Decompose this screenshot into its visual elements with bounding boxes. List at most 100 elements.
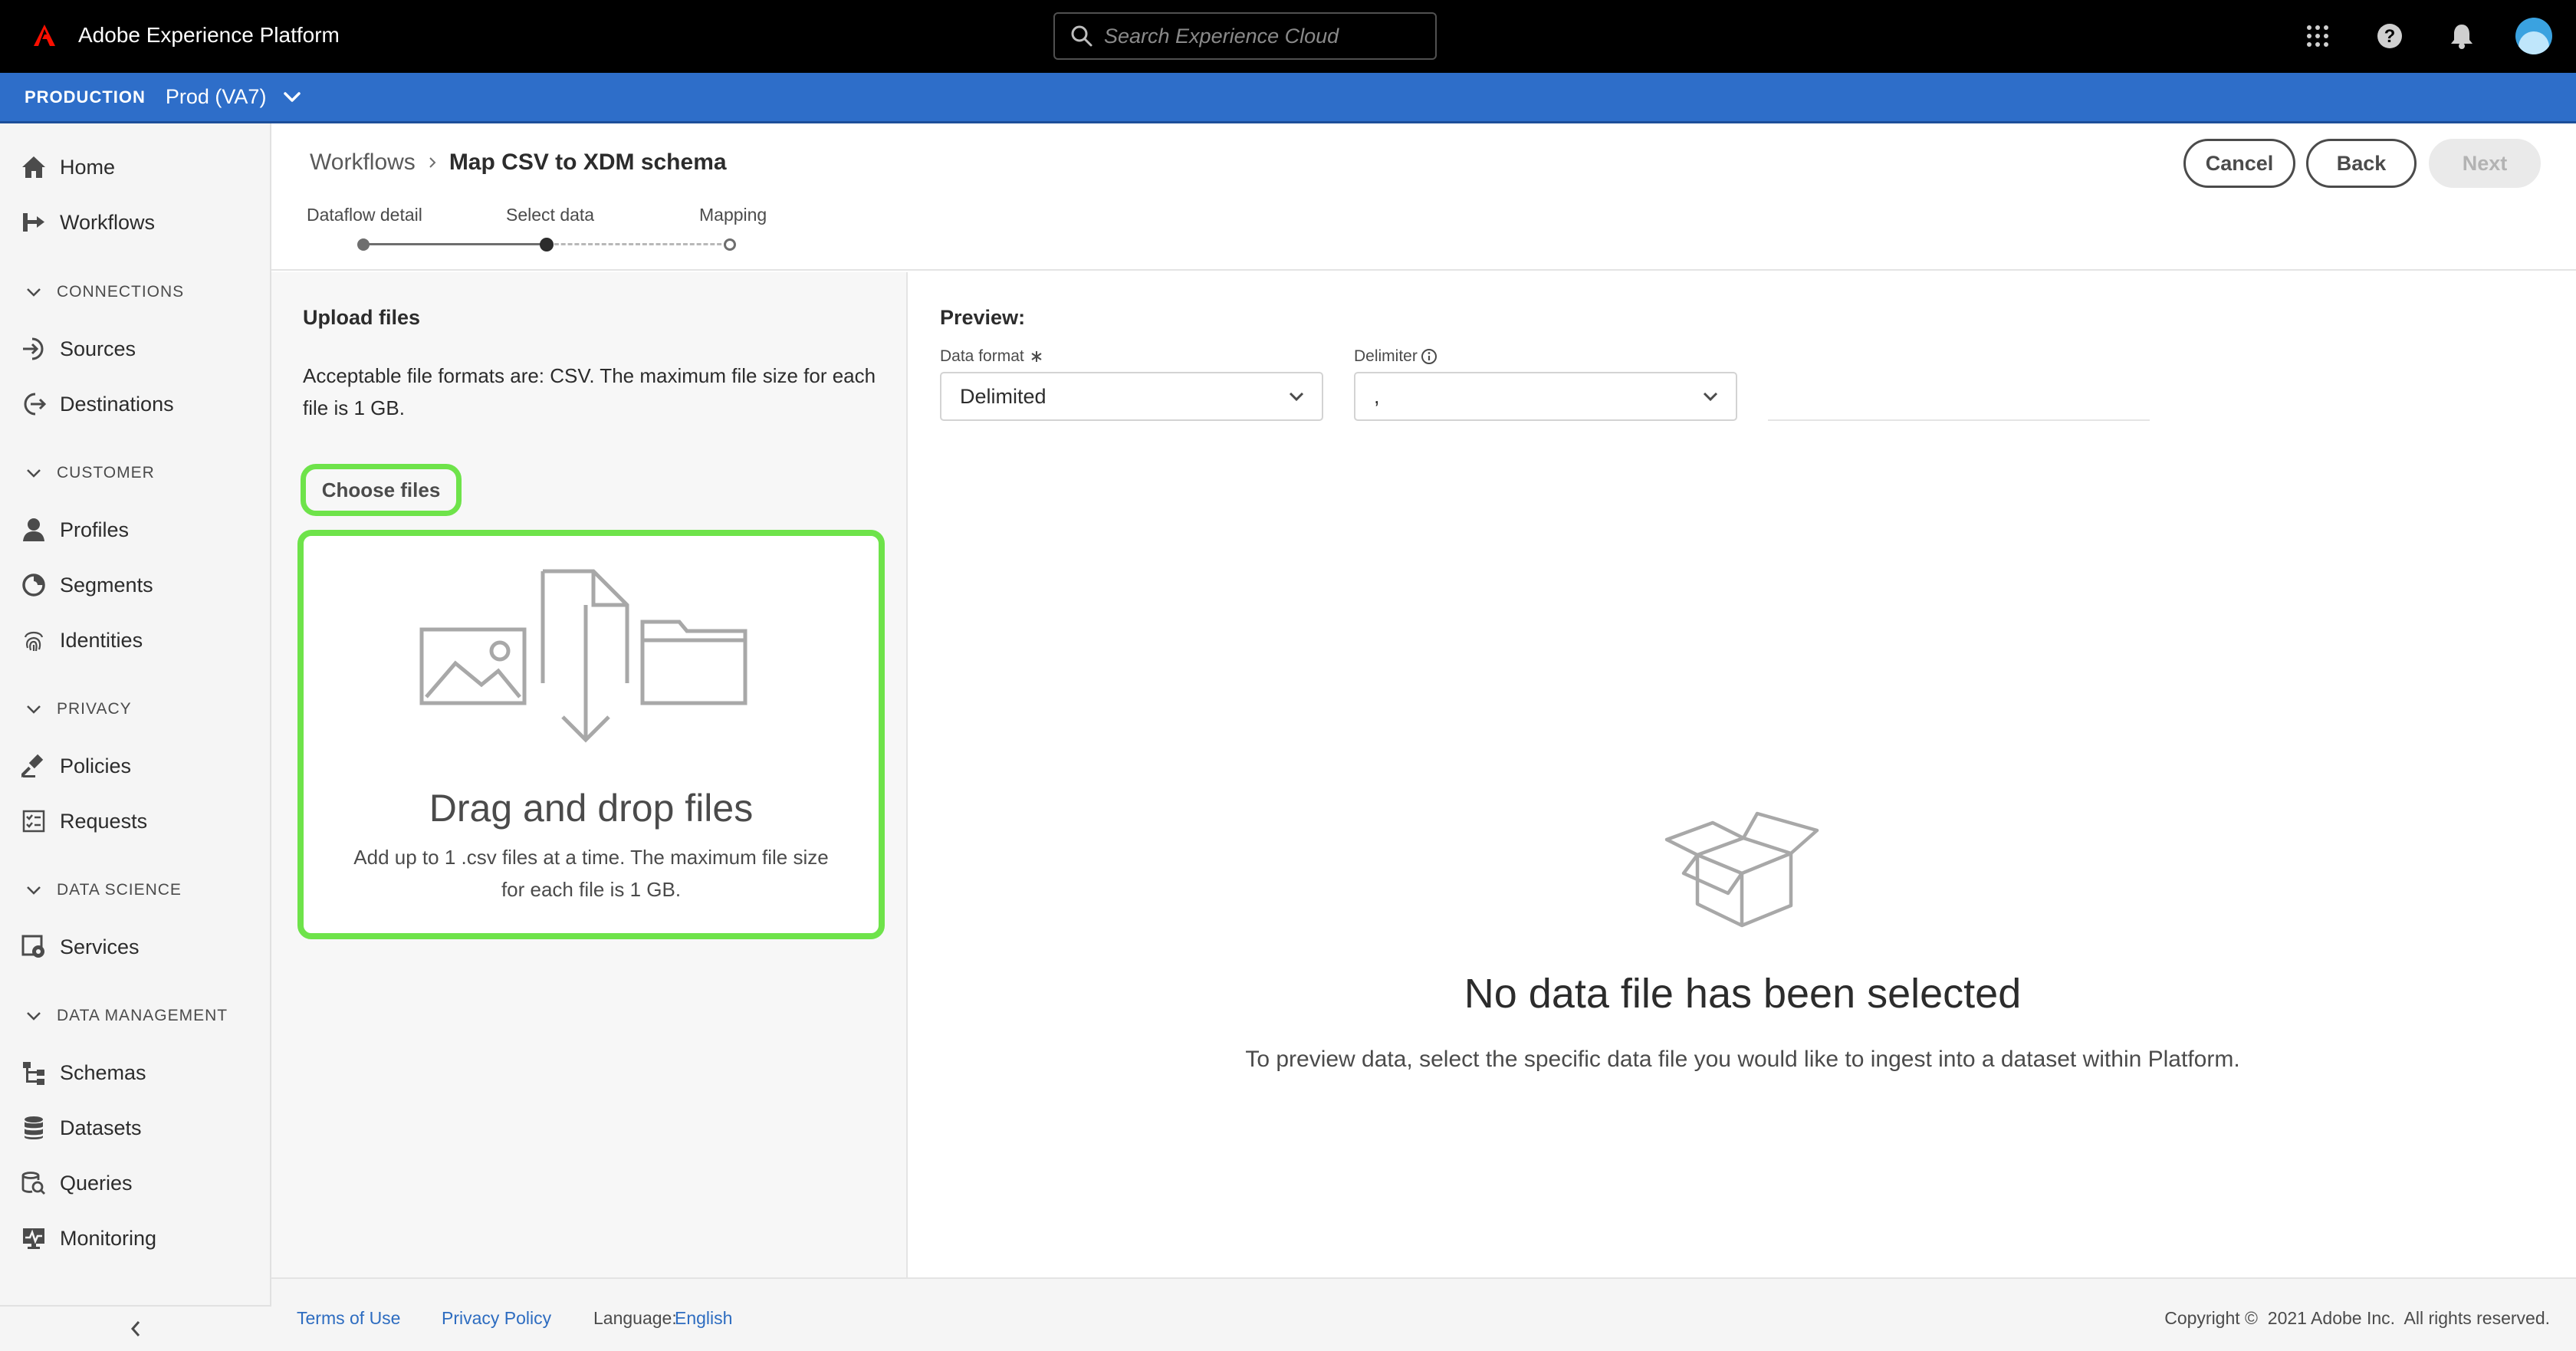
language-selector[interactable]: English <box>675 1308 732 1329</box>
copyright-text: Copyright © 2021 Adobe Inc. All rights r… <box>2164 1308 2550 1328</box>
sidebar-section-data-science[interactable]: DATA SCIENCE <box>0 875 271 906</box>
sidebar-collapse-button[interactable] <box>0 1305 271 1351</box>
sidebar-item-requests[interactable]: Requests <box>0 800 271 843</box>
sidebar-section-label: CUSTOMER <box>57 464 155 482</box>
brand[interactable]: Adobe Experience Platform <box>28 18 340 52</box>
chevron-down-icon <box>27 705 41 714</box>
workflow-icon <box>20 209 48 236</box>
sidebar-item-profiles[interactable]: Profiles <box>0 508 271 551</box>
sidebar-item-policies[interactable]: Policies <box>0 745 271 787</box>
sidebar-item-queries[interactable]: Queries <box>0 1162 271 1205</box>
help-icon[interactable]: ? <box>2371 17 2409 55</box>
checklist-icon <box>20 807 48 835</box>
sidebar-item-datasets[interactable]: Datasets <box>0 1106 271 1149</box>
sidebar-section-label: DATA MANAGEMENT <box>57 1007 228 1024</box>
required-asterisk-icon <box>1031 351 1042 362</box>
sidebar-item-label: Queries <box>60 1171 133 1195</box>
upload-title: Upload files <box>303 306 421 329</box>
breadcrumb-workflows[interactable]: Workflows <box>310 150 416 176</box>
sidebar-item-workflows[interactable]: Workflows <box>0 201 271 244</box>
drop-zone-title: Drag and drop files <box>429 787 754 830</box>
terms-of-use-link[interactable]: Terms of Use <box>297 1308 400 1329</box>
drop-zone[interactable]: Drag and drop files Add up to 1 .csv fil… <box>297 530 885 939</box>
footer: Terms of Use Privacy Policy Language: En… <box>271 1277 2576 1351</box>
preview-title: Preview: <box>940 306 1026 329</box>
upload-description: Acceptable file formats are: CSV. The ma… <box>303 364 876 419</box>
sidebar-item-segments[interactable]: Segments <box>0 564 271 606</box>
sidebar-section-data-management[interactable]: DATA MANAGEMENT <box>0 1001 271 1031</box>
next-button[interactable]: Next <box>2429 139 2541 188</box>
data-format-label: Data format <box>940 347 1024 365</box>
chevron-down-icon <box>27 469 41 478</box>
step-label-select-data: Select data <box>506 205 595 225</box>
top-icons: ? <box>2265 17 2553 55</box>
chevron-left-icon <box>130 1321 140 1336</box>
avatar <box>2515 18 2552 54</box>
fingerprint-icon <box>20 626 48 654</box>
database-icon <box>20 1114 48 1142</box>
adobe-logo-icon <box>34 25 55 46</box>
sidebar: Home Workflows CONNECTIONS Sources Desti… <box>0 123 271 1351</box>
page-title: Map CSV to XDM schema <box>449 150 727 175</box>
delimiter-value: , <box>1374 384 1380 408</box>
workflow-header: Workflows Map CSV to XDM schema Cancel B… <box>271 123 2576 271</box>
app-title: Adobe Experience Platform <box>78 23 340 47</box>
sidebar-item-label: Identities <box>60 628 143 652</box>
language-label: Language: <box>593 1308 677 1328</box>
back-button[interactable]: Back <box>2306 139 2417 188</box>
chevron-down-icon <box>1289 392 1304 402</box>
chevron-down-icon <box>27 288 41 297</box>
sidebar-section-customer[interactable]: CUSTOMER <box>0 458 271 488</box>
choose-files-button[interactable]: Choose files <box>301 464 462 516</box>
user-avatar[interactable] <box>2515 17 2553 55</box>
custom-delimiter-field[interactable] <box>1768 419 2150 421</box>
home-icon <box>20 153 48 181</box>
delimiter-label: Delimiter <box>1354 347 1418 365</box>
chevron-down-icon <box>27 886 41 895</box>
bell-icon[interactable] <box>2443 17 2481 55</box>
chevron-right-icon <box>429 157 436 168</box>
sidebar-item-label: Services <box>60 935 140 958</box>
step-dot-complete <box>357 238 370 251</box>
sidebar-section-label: PRIVACY <box>57 700 132 718</box>
sidebar-section-label: DATA SCIENCE <box>57 881 182 899</box>
sidebar-item-services[interactable]: Services <box>0 925 271 968</box>
data-format-select[interactable]: Delimited <box>940 372 1323 421</box>
apps-grid-icon[interactable] <box>2298 17 2337 55</box>
segments-icon <box>20 571 48 599</box>
cancel-button[interactable]: Cancel <box>2183 139 2295 188</box>
sidebar-item-monitoring[interactable]: Monitoring <box>0 1217 271 1260</box>
sidebar-section-privacy[interactable]: PRIVACY <box>0 694 271 725</box>
search-input[interactable]: Search Experience Cloud <box>1053 12 1437 60</box>
delimiter-select[interactable]: , <box>1354 372 1737 421</box>
empty-box-icon <box>1664 811 1819 928</box>
sidebar-item-label: Workflows <box>60 210 156 234</box>
environment-bar: PRODUCTION Prod (VA7) <box>0 73 2576 123</box>
step-dot-upcoming <box>724 238 736 251</box>
chevron-down-icon <box>27 1012 41 1021</box>
delimiter-label-row: Delimiter <box>1354 347 1438 366</box>
step-track-completed <box>363 243 547 245</box>
preview-pane: Preview: Data format Delimited Delimiter… <box>909 272 2576 1277</box>
chevron-down-icon[interactable] <box>283 91 301 104</box>
sidebar-section-label: CONNECTIONS <box>57 283 185 301</box>
sidebar-item-label: Segments <box>60 573 153 597</box>
step-label-mapping: Mapping <box>699 205 767 225</box>
empty-state-title: No data file has been selected <box>1464 971 2022 1017</box>
sidebar-section-connections[interactable]: CONNECTIONS <box>0 277 271 307</box>
file-upload-illustration-icon <box>419 569 748 743</box>
data-format-value: Delimited <box>960 384 1046 408</box>
sidebar-item-identities[interactable]: Identities <box>0 619 271 662</box>
step-dot-current <box>540 238 554 251</box>
schema-icon <box>20 1059 48 1086</box>
sidebar-item-schemas[interactable]: Schemas <box>0 1051 271 1094</box>
sidebar-item-destinations[interactable]: Destinations <box>0 383 271 426</box>
sidebar-item-sources[interactable]: Sources <box>0 327 271 370</box>
sandbox-selector[interactable]: Prod (VA7) <box>166 85 267 109</box>
sidebar-item-home[interactable]: Home <box>0 146 271 189</box>
destinations-icon <box>20 390 48 418</box>
info-icon[interactable] <box>1421 348 1438 365</box>
sidebar-item-label: Schemas <box>60 1060 146 1084</box>
drop-zone-subtitle: Add up to 1 .csv files at a time. The ma… <box>353 846 829 901</box>
privacy-policy-link[interactable]: Privacy Policy <box>442 1308 551 1329</box>
